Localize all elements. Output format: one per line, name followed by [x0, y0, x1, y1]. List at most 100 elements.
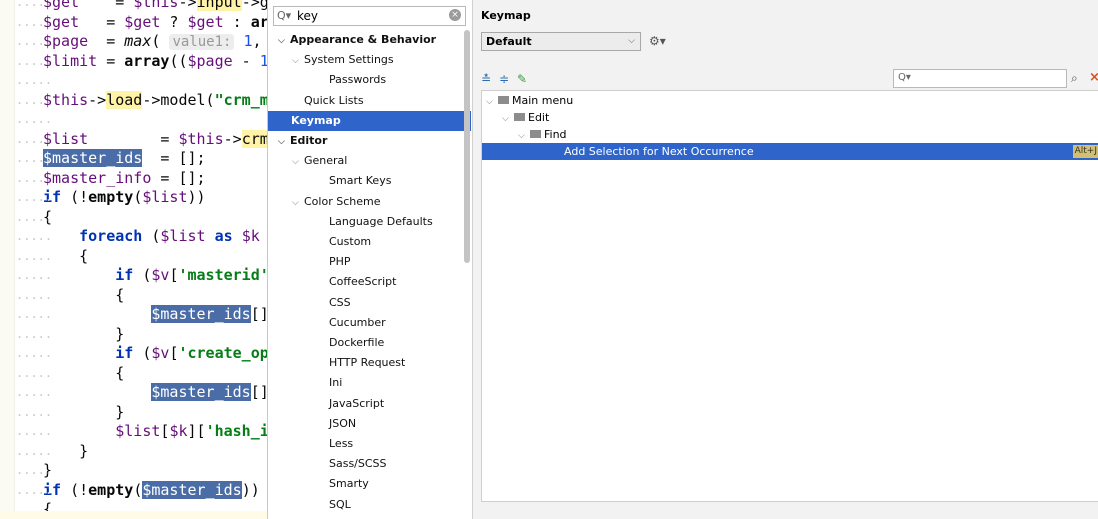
- code-line[interactable]: if ($v['masterid': [43, 265, 269, 285]
- settings-tree-item-label: SQL: [329, 497, 351, 511]
- page-title: Keymap: [481, 9, 531, 22]
- keymap-node-find[interactable]: ⌵ Find: [518, 126, 567, 143]
- settings-tree-item[interactable]: PHP: [317, 252, 351, 272]
- code-line[interactable]: $master_ids[]: [43, 382, 269, 402]
- keymap-action-row-selected[interactable]: Add Selection for Next Occurrence Alt+J: [482, 143, 1098, 160]
- settings-tree-item[interactable]: ⌵ Appearance & Behavior: [278, 30, 436, 50]
- chevron-down-icon[interactable]: ⌵: [292, 152, 304, 172]
- code-line[interactable]: $get = $this->input->ge: [43, 0, 278, 12]
- settings-tree-item[interactable]: JavaScript: [317, 394, 384, 414]
- settings-tree-item-label: General: [304, 154, 348, 168]
- whitespace-dots: .....: [16, 0, 53, 9]
- code-line[interactable]: $master_info = [];: [43, 168, 206, 188]
- keymap-node-main-menu[interactable]: ⌵ Main menu: [486, 92, 573, 109]
- settings-tree-item[interactable]: Cucumber: [317, 313, 386, 333]
- keymap-pane: Keymap Default ⌵ ⚙▾ ≛ ≑ ✎ Q▾ ⌕ × ⌵ Main m…: [473, 0, 1098, 519]
- settings-tree-item-label: Custom: [329, 235, 372, 248]
- whitespace-dots: .....: [16, 463, 53, 477]
- settings-tree-item[interactable]: Smart Keys: [317, 171, 391, 191]
- gear-icon[interactable]: ⚙▾: [649, 34, 666, 48]
- whitespace-dots: .....: [16, 482, 53, 497]
- whitespace-dots: .....: [16, 287, 53, 302]
- settings-tree-item[interactable]: Quick Lists: [292, 91, 364, 111]
- settings-tree-item[interactable]: Dockerfile: [317, 333, 384, 353]
- whitespace-dots: .....: [16, 53, 53, 68]
- code-line[interactable]: }: [43, 324, 124, 344]
- whitespace-dots: .....: [16, 112, 53, 126]
- settings-tree-item-label: Appearance & Behavior: [290, 33, 437, 46]
- settings-tree-item-label: JavaScript: [329, 396, 385, 410]
- settings-tree-item[interactable]: JSON: [317, 414, 356, 434]
- settings-tree-item[interactable]: ⌵ System Settings: [292, 50, 394, 70]
- settings-tree-item-label: Editor: [290, 134, 328, 147]
- edit-icon[interactable]: ✎: [517, 72, 527, 86]
- find-shortcut-icon[interactable]: ⌕: [1071, 71, 1078, 86]
- whitespace-dots: .....: [16, 248, 53, 263]
- code-line[interactable]: if (!empty($list)): [43, 187, 206, 207]
- whitespace-dots: .....: [16, 365, 53, 380]
- chevron-down-icon[interactable]: ⌵: [292, 193, 304, 213]
- whitespace-dots: .....: [16, 34, 53, 48]
- code-line[interactable]: $this->load->model("crm_m: [43, 90, 269, 110]
- chevron-down-icon[interactable]: ⌵: [278, 31, 290, 51]
- code-line[interactable]: $limit = array(($page - 1: [43, 51, 269, 71]
- code-line[interactable]: {: [43, 363, 124, 383]
- collapse-all-icon[interactable]: ≑: [499, 72, 509, 86]
- settings-tree-item[interactable]: ⌵ Editor: [278, 131, 327, 151]
- code-line[interactable]: if ($v['create_op: [43, 343, 269, 363]
- settings-tree-item-label: Less: [329, 437, 354, 450]
- code-line[interactable]: foreach ($list as $k =: [43, 226, 278, 246]
- settings-tree-item[interactable]: CoffeeScript: [317, 272, 396, 292]
- code-line[interactable]: {: [43, 285, 124, 305]
- close-icon[interactable]: ×: [1089, 70, 1098, 85]
- settings-tree-item[interactable]: Smarty: [317, 474, 369, 494]
- keymap-filter-input[interactable]: Q▾: [893, 69, 1067, 88]
- settings-tree-item[interactable]: HTTP Request: [317, 353, 405, 373]
- keymap-node-label: Main menu: [512, 94, 574, 107]
- settings-tree-item[interactable]: Custom: [317, 232, 371, 252]
- code-line[interactable]: $master_ids[]: [43, 304, 269, 324]
- keymap-scheme-select[interactable]: Default ⌵: [481, 32, 641, 51]
- settings-tree-item[interactable]: ⌵ Color Scheme: [292, 192, 380, 212]
- whitespace-dots: .....: [16, 73, 53, 87]
- code-line[interactable]: $list[$k]['hash_i: [43, 421, 269, 441]
- clear-search-icon[interactable]: ×: [449, 9, 461, 21]
- code-line[interactable]: $master_ids = [];: [43, 148, 206, 168]
- keymap-node-edit[interactable]: ⌵ Edit: [502, 109, 549, 126]
- code-line[interactable]: }: [43, 402, 124, 422]
- chevron-down-icon[interactable]: ⌵: [292, 51, 304, 71]
- settings-search-input[interactable]: Q▾ key ×: [273, 6, 466, 26]
- whitespace-dots: .....: [16, 170, 53, 185]
- whitespace-dots: .....: [16, 424, 53, 438]
- code-line[interactable]: $page = max( value1: 1, in: [43, 31, 289, 51]
- settings-dialog: Q▾ key × ⌵ Appearance & Behavior ⌵ System S…: [267, 0, 1098, 519]
- settings-tree-item[interactable]: ⌵ General: [292, 151, 347, 171]
- chevron-down-icon[interactable]: ⌵: [278, 132, 290, 152]
- settings-tree-item[interactable]: Language Defaults: [317, 212, 433, 232]
- code-line[interactable]: $list = $this->crm: [43, 129, 269, 149]
- whitespace-dots: .....: [16, 385, 53, 399]
- settings-tree-item-label: Smart Keys: [329, 174, 392, 188]
- whitespace-dots: .....: [16, 268, 53, 282]
- settings-tree-item[interactable]: Sass/SCSS: [317, 454, 387, 474]
- whitespace-dots: .....: [16, 229, 53, 243]
- search-value: key: [297, 9, 319, 23]
- code-line[interactable]: $get = $get ? $get : ar: [43, 12, 269, 32]
- whitespace-dots: .....: [16, 151, 53, 165]
- folder-icon: [530, 130, 541, 138]
- code-line[interactable]: if (!empty($master_ids)): [43, 480, 260, 500]
- settings-tree-item[interactable]: Keymap: [268, 110, 471, 131]
- settings-tree-pane: Q▾ key × ⌵ Appearance & Behavior ⌵ System S…: [268, 0, 473, 519]
- tree-scrollbar[interactable]: [464, 30, 470, 263]
- keymap-node-label: Edit: [528, 111, 550, 124]
- settings-tree-item[interactable]: Less: [317, 434, 353, 454]
- expand-all-icon[interactable]: ≛: [481, 72, 491, 86]
- settings-tree-item-label: Cucumber: [329, 315, 386, 329]
- whitespace-dots: .....: [16, 443, 53, 458]
- settings-tree-item[interactable]: Passwords: [317, 70, 386, 90]
- chevron-down-icon: ⌵: [486, 97, 493, 107]
- settings-tree-item[interactable]: SQL: [317, 495, 351, 515]
- settings-tree-item[interactable]: Ini: [317, 373, 342, 393]
- settings-tree-item-label: Passwords: [329, 73, 387, 87]
- settings-tree-item[interactable]: CSS: [317, 293, 351, 313]
